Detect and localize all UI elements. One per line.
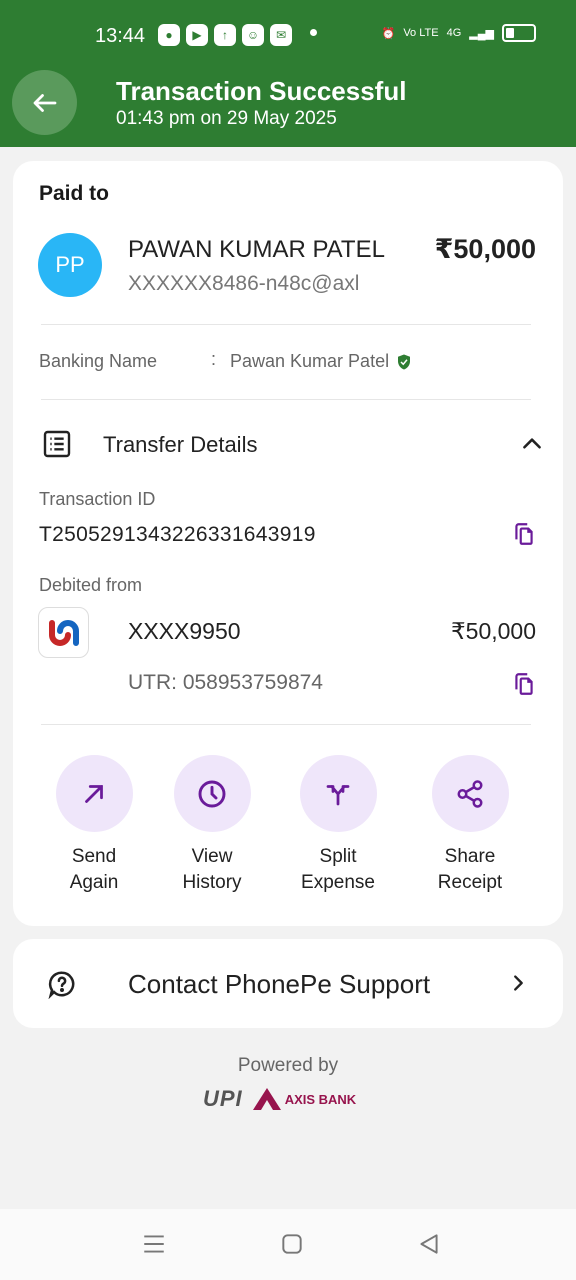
back-nav-icon[interactable] xyxy=(416,1231,442,1257)
debited-amount: ₹50,000 xyxy=(451,618,536,644)
network-label: 4G xyxy=(446,27,462,39)
share-receipt-button[interactable]: Share Receipt xyxy=(415,755,525,896)
avatar: PP xyxy=(38,233,102,297)
more-notifications-dot xyxy=(310,29,317,36)
arrow-up-right-icon xyxy=(85,784,103,803)
partner-logos: UPI AXIS BANK xyxy=(203,1086,356,1112)
paid-amount: ₹50,000 xyxy=(434,234,536,264)
message-icon: ✉ xyxy=(270,24,292,46)
system-nav-bar xyxy=(0,1209,576,1280)
divider xyxy=(41,324,531,325)
send-again-label-1: Send xyxy=(71,846,117,867)
contact-support-button[interactable]: Contact PhonePe Support xyxy=(13,939,563,1028)
transaction-card: Paid to PP PAWAN KUMAR PATEL XXXXXX8486-… xyxy=(13,161,563,926)
debited-from-label: Debited from xyxy=(39,575,143,595)
share-icon xyxy=(457,779,483,808)
split-expense-button[interactable]: Split Expense xyxy=(283,755,393,896)
utr-number: UTR: 058953759874 xyxy=(128,671,323,694)
union-bank-logo-icon xyxy=(48,619,79,646)
powered-by-label: Powered by xyxy=(237,1055,339,1076)
app-notification-icon: ☺ xyxy=(242,24,264,46)
menu-icon[interactable] xyxy=(141,1231,167,1257)
share-receipt-icon-circle xyxy=(431,755,509,832)
verified-shield-icon xyxy=(398,354,411,369)
divider xyxy=(41,724,531,725)
copy-icon[interactable] xyxy=(511,671,537,697)
view-history-button[interactable]: View History xyxy=(157,755,267,896)
transaction-timestamp: 01:43 pm on 29 May 2025 xyxy=(116,108,337,129)
axis-bank-logo-text: AXIS BANK xyxy=(284,1091,357,1107)
banking-name-separator: : xyxy=(211,349,217,369)
axis-bank-emblem-icon xyxy=(252,1088,281,1110)
send-again-icon-circle xyxy=(55,755,133,832)
system-icons: ⏰ Vo LTE 4G ▂▄▆ xyxy=(382,24,536,42)
app-notification-icon: ● xyxy=(158,24,180,46)
bank-logo xyxy=(38,607,89,658)
home-icon[interactable] xyxy=(279,1231,305,1257)
payee-name: PAWAN KUMAR PATEL xyxy=(128,236,385,263)
help-circle-icon xyxy=(48,971,75,999)
signal-icon: ▂▄▆ xyxy=(469,27,494,40)
chevron-right-icon xyxy=(514,975,523,991)
alarm-icon: ⏰ xyxy=(381,27,396,40)
back-button[interactable] xyxy=(12,70,77,135)
split-icon xyxy=(326,784,350,805)
view-history-label-1: View xyxy=(191,846,233,867)
axis-bank-logo: AXIS BANK xyxy=(252,1088,357,1110)
banking-name-value-row: Pawan Kumar Patel xyxy=(230,351,413,372)
status-bar: 13:44 ● ▶ ↑ ☺ ✉ ⏰ Vo LTE 4G ▂▄▆ xyxy=(0,0,576,68)
copy-icon[interactable] xyxy=(511,521,537,547)
divider xyxy=(41,399,531,400)
status-time: 13:44 xyxy=(95,25,146,47)
receipt-list-icon xyxy=(43,430,71,458)
debited-account: XXXX9950 xyxy=(128,618,241,644)
transfer-details-title: Transfer Details xyxy=(103,432,258,457)
paid-to-label: Paid to xyxy=(39,182,110,205)
payee-upi-id: XXXXXX8486-n48c@axl xyxy=(128,272,360,295)
battery-icon xyxy=(502,24,536,42)
header: Transaction Successful 01:43 pm on 29 Ma… xyxy=(0,68,576,147)
banking-name-label: Banking Name xyxy=(39,351,158,371)
share-receipt-label-2: Receipt xyxy=(437,872,503,893)
arrow-left-icon xyxy=(33,93,56,112)
split-expense-icon-circle xyxy=(299,755,377,832)
banking-name-value: Pawan Kumar Patel xyxy=(230,351,390,371)
share-receipt-label-1: Share xyxy=(444,846,496,867)
view-history-label-2: History xyxy=(182,872,242,893)
upi-logo: UPI xyxy=(203,1086,243,1111)
send-again-label-2: Again xyxy=(69,872,119,893)
clock-icon xyxy=(198,780,226,807)
transaction-id: T2505291343226331643919 xyxy=(39,523,316,546)
send-again-button[interactable]: Send Again xyxy=(39,755,149,896)
view-history-icon-circle xyxy=(173,755,251,832)
page-title: Transaction Successful xyxy=(116,76,407,106)
contact-support-label: Contact PhonePe Support xyxy=(128,969,431,999)
chevron-up-icon[interactable] xyxy=(519,431,545,457)
app-notification-icon: ↑ xyxy=(214,24,236,46)
split-expense-label-1: Split xyxy=(319,846,357,867)
transaction-id-label: Transaction ID xyxy=(39,489,156,509)
youtube-icon: ▶ xyxy=(186,24,208,46)
notification-icons: ● ▶ ↑ ☺ ✉ xyxy=(158,24,292,46)
volte-label: Vo LTE xyxy=(403,27,439,39)
split-expense-label-2: Expense xyxy=(301,872,375,893)
